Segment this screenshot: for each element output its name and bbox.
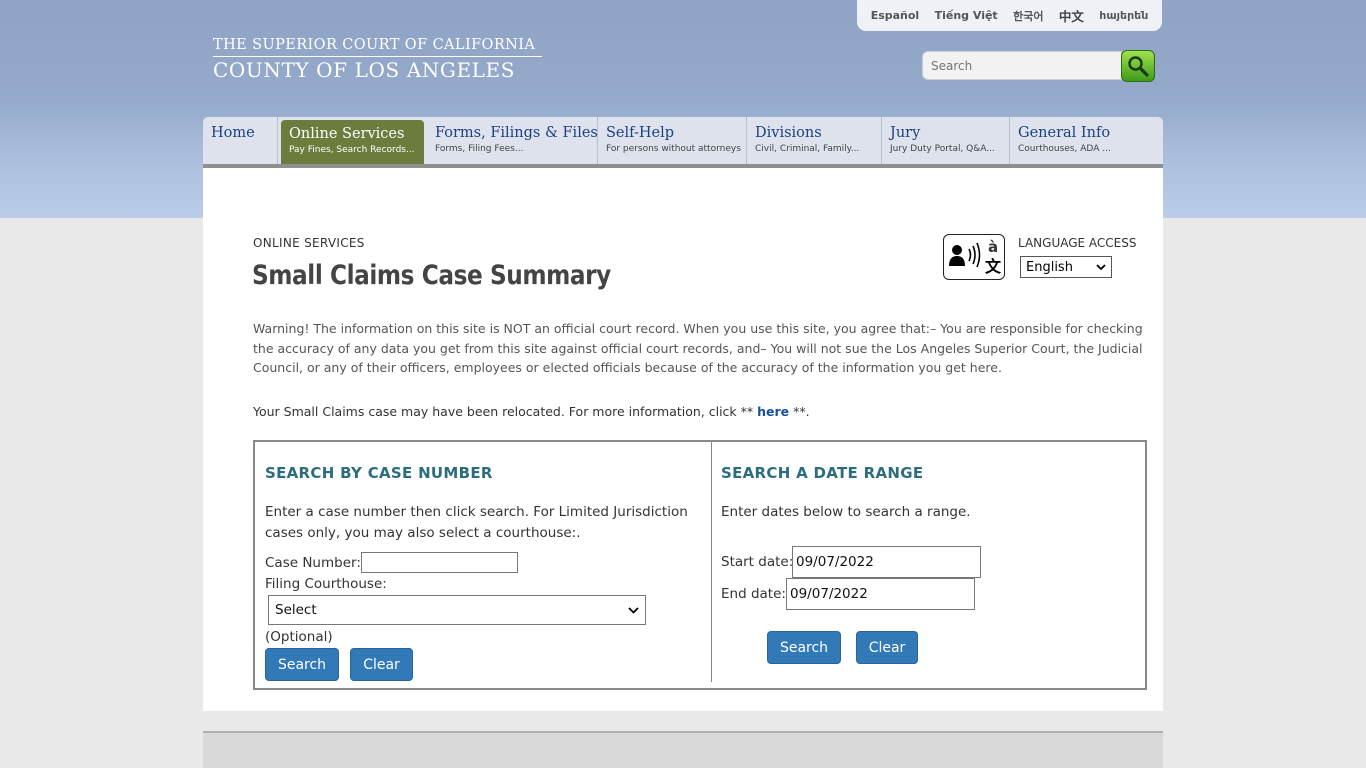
lang-link-armenian[interactable]: հայերեն bbox=[1099, 9, 1148, 22]
search-icon bbox=[1128, 56, 1149, 77]
start-date-label: Start date: bbox=[721, 554, 794, 570]
chevron-down-icon bbox=[628, 607, 639, 614]
site-search-button[interactable] bbox=[1121, 50, 1155, 82]
svg-text:文: 文 bbox=[985, 257, 1002, 276]
filing-courthouse-value: Select bbox=[275, 602, 317, 618]
case-number-input[interactable] bbox=[361, 552, 518, 573]
relocation-here-link[interactable]: here bbox=[757, 404, 789, 419]
relocation-prefix: Your Small Claims case may have been rel… bbox=[253, 404, 758, 419]
nav-jury-title: Jury bbox=[890, 125, 921, 141]
nav-home-title: Home bbox=[211, 125, 255, 141]
nav-jury[interactable]: Jury Jury Duty Portal, Q&A... bbox=[882, 117, 1010, 164]
disclaimer-warning: Warning! The information on this site is… bbox=[253, 321, 1143, 375]
case-number-label: Case Number: bbox=[265, 555, 361, 571]
page-title: Small Claims Case Summary bbox=[252, 260, 611, 291]
nav-online-services-title: Online Services bbox=[289, 126, 405, 142]
nav-forms-sub: Forms, Filing Fees... bbox=[435, 144, 524, 154]
panel-divider bbox=[711, 442, 712, 682]
footer bbox=[203, 731, 1163, 768]
case-search-instructions: Enter a case number then click search. F… bbox=[265, 504, 688, 541]
chevron-down-icon bbox=[1096, 264, 1106, 271]
nav-online-services[interactable]: Online Services Pay Fines, Search Record… bbox=[281, 120, 424, 164]
date-search-instructions: Enter dates below to search a range. bbox=[721, 504, 971, 520]
end-date-label: End date: bbox=[721, 586, 786, 602]
nav-divisions-title: Divisions bbox=[755, 125, 822, 141]
language-access-icon: à 文 bbox=[943, 234, 1005, 280]
date-search-button[interactable]: Search bbox=[767, 631, 841, 664]
site-search-input[interactable] bbox=[922, 51, 1122, 80]
date-clear-button[interactable]: Clear bbox=[856, 631, 918, 664]
end-date-input[interactable] bbox=[786, 578, 975, 610]
filing-courthouse-select[interactable]: Select bbox=[268, 595, 646, 625]
language-bar: Español Tiếng Việt 한국어 中文 հայերեն bbox=[857, 0, 1162, 31]
language-select[interactable]: English bbox=[1020, 256, 1112, 278]
nav-general-info[interactable]: General Info Courthouses, ADA ... bbox=[1010, 117, 1163, 164]
nav-forms-title: Forms, Filings & Files bbox=[435, 125, 598, 141]
nav-general-info-sub: Courthouses, ADA ... bbox=[1018, 144, 1111, 154]
nav-general-info-title: General Info bbox=[1018, 125, 1111, 141]
relocation-notice: Your Small Claims case may have been rel… bbox=[253, 404, 810, 419]
date-search-heading: SEARCH A DATE RANGE bbox=[721, 464, 924, 482]
nav-divisions-sub: Civil, Criminal, Family... bbox=[755, 144, 860, 154]
start-date-input[interactable] bbox=[792, 546, 981, 578]
logo-line-1: THE SUPERIOR COURT OF CALIFORNIA bbox=[213, 36, 542, 57]
main-nav: Home Online Services Pay Fines, Search R… bbox=[203, 117, 1163, 168]
breadcrumb[interactable]: ONLINE SERVICES bbox=[253, 236, 365, 250]
case-clear-button[interactable]: Clear bbox=[350, 648, 413, 681]
search-panel: SEARCH BY CASE NUMBER Enter a case numbe… bbox=[253, 440, 1147, 690]
language-access-label: LANGUAGE ACCESS bbox=[1018, 236, 1137, 250]
nav-self-help[interactable]: Self-Help For persons without attorneys bbox=[598, 117, 747, 164]
nav-jury-sub: Jury Duty Portal, Q&A... bbox=[890, 144, 995, 154]
nav-self-help-title: Self-Help bbox=[606, 125, 675, 141]
lang-link-spanish[interactable]: Español bbox=[871, 9, 920, 22]
court-logo[interactable]: THE SUPERIOR COURT OF CALIFORNIA COUNTY … bbox=[213, 36, 542, 83]
nav-online-services-sub: Pay Fines, Search Records... bbox=[289, 145, 415, 155]
case-search-heading: SEARCH BY CASE NUMBER bbox=[265, 464, 493, 482]
lang-link-chinese[interactable]: 中文 bbox=[1059, 6, 1084, 25]
svg-text:à: à bbox=[988, 238, 998, 256]
nav-forms[interactable]: Forms, Filings & Files Forms, Filing Fee… bbox=[427, 117, 598, 164]
lang-link-korean[interactable]: 한국어 bbox=[1013, 8, 1043, 24]
nav-self-help-sub: For persons without attorneys bbox=[606, 144, 741, 154]
optional-label: (Optional) bbox=[265, 629, 333, 645]
logo-line-2: COUNTY OF LOS ANGELES bbox=[213, 58, 516, 82]
language-select-value: English bbox=[1026, 259, 1073, 275]
filing-courthouse-label: Filing Courthouse: bbox=[265, 576, 387, 592]
main-content: ONLINE SERVICES Small Claims Case Summar… bbox=[203, 168, 1163, 711]
case-search-button[interactable]: Search bbox=[265, 648, 339, 681]
lang-link-vietnamese[interactable]: Tiếng Việt bbox=[935, 9, 998, 22]
relocation-suffix: **. bbox=[789, 404, 810, 419]
nav-home[interactable]: Home bbox=[203, 117, 278, 164]
nav-divisions[interactable]: Divisions Civil, Criminal, Family... bbox=[747, 117, 882, 164]
